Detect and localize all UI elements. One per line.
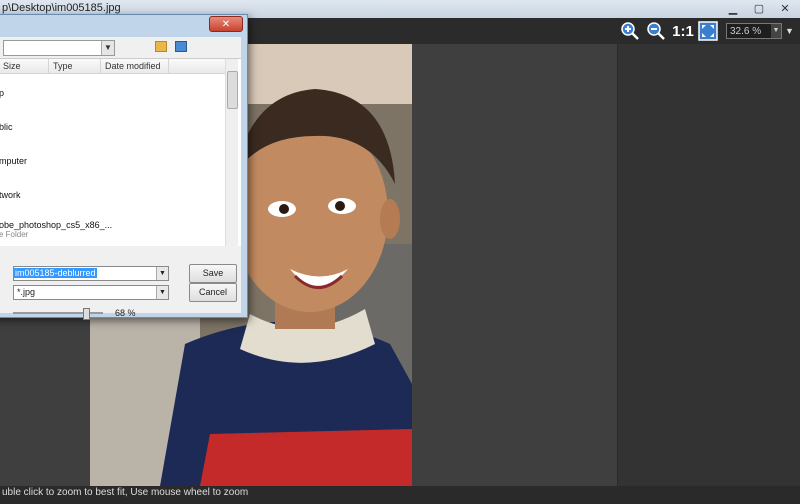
- dialog-close-button[interactable]: ✕: [209, 16, 243, 32]
- list-item-label: p: [0, 88, 5, 98]
- close-icon: ✕: [221, 18, 231, 30]
- list-item[interactable]: obe_photoshop_cs5_x86_... e Folder: [0, 220, 112, 239]
- scrollbar-thumb[interactable]: [227, 71, 238, 109]
- zoom-level-field[interactable]: 32.6 % ▼: [726, 23, 782, 39]
- column-header-size[interactable]: Size: [0, 59, 49, 74]
- maximize-icon: ▢: [753, 2, 765, 15]
- side-panel: [617, 44, 800, 486]
- list-item-label: obe_photoshop_cs5_x86_...: [0, 220, 113, 230]
- save-dialog: ✕ ▼ Size Type Date modified p blic mpute…: [0, 14, 248, 320]
- chevron-down-icon[interactable]: ▼: [156, 286, 168, 299]
- file-list[interactable]: Size Type Date modified p blic mputer tw…: [0, 58, 241, 246]
- minimize-icon: ▁: [728, 2, 738, 15]
- slider-handle[interactable]: [83, 308, 90, 320]
- column-header-empty: [169, 59, 225, 74]
- list-item-label: twork: [0, 190, 21, 200]
- filename-value: im005185-deblurred: [14, 268, 97, 278]
- status-text: uble click to zoom to best fit, Use mous…: [2, 487, 249, 498]
- dialog-body: ▼ Size Type Date modified p blic mputer …: [0, 37, 241, 320]
- zoom-out-button[interactable]: [646, 21, 666, 41]
- list-item[interactable]: twork: [0, 190, 21, 200]
- fit-to-window-button[interactable]: [698, 21, 718, 41]
- cancel-button[interactable]: Cancel: [189, 283, 237, 302]
- status-bar: uble click to zoom to best fit, Use mous…: [0, 486, 800, 504]
- zoom-out-icon: [647, 22, 665, 40]
- zoom-in-icon: [621, 22, 639, 40]
- list-item[interactable]: p: [0, 88, 4, 98]
- list-item-label: blic: [0, 122, 13, 132]
- column-header-type[interactable]: Type: [49, 59, 101, 74]
- zoom-level-value: 32.6 %: [730, 25, 762, 37]
- quality-value: 68 %: [115, 308, 136, 318]
- zoom-in-button[interactable]: [620, 21, 640, 41]
- folder-icon[interactable]: [155, 41, 167, 52]
- list-item[interactable]: mputer: [0, 156, 27, 166]
- save-button[interactable]: Save: [189, 264, 237, 283]
- actual-size-button[interactable]: 1:1: [671, 21, 695, 41]
- window-title: p\Desktop\im005185.jpg: [2, 2, 121, 14]
- list-item[interactable]: blic: [0, 122, 13, 132]
- chevron-down-icon[interactable]: ▼: [156, 267, 168, 280]
- close-icon: ✕: [780, 2, 790, 15]
- actual-size-label: 1:1: [672, 22, 694, 40]
- list-item-label: mputer: [0, 156, 28, 166]
- maximize-button[interactable]: ▢: [746, 0, 772, 16]
- column-header-date-modified[interactable]: Date modified: [101, 59, 169, 74]
- toolbar-menu-button[interactable]: ▼: [785, 26, 794, 36]
- zoom-dropdown-icon[interactable]: ▼: [771, 24, 781, 38]
- location-combo[interactable]: ▼: [3, 40, 115, 56]
- fit-to-window-icon: [698, 21, 718, 41]
- filetype-value: *.jpg: [17, 287, 36, 297]
- file-list-scrollbar[interactable]: [225, 59, 238, 246]
- filetype-select[interactable]: *.jpg ▼: [13, 285, 169, 300]
- filename-field[interactable]: im005185-deblurred ▼: [13, 266, 169, 281]
- list-item-type: e Folder: [0, 230, 29, 239]
- close-window-button[interactable]: ✕: [772, 0, 798, 16]
- minimize-button[interactable]: ▁: [720, 0, 746, 16]
- chevron-down-icon[interactable]: ▼: [101, 41, 114, 55]
- quality-slider[interactable]: [13, 308, 103, 320]
- chevron-down-icon: ▼: [785, 26, 794, 36]
- view-menu-icon[interactable]: [175, 41, 187, 52]
